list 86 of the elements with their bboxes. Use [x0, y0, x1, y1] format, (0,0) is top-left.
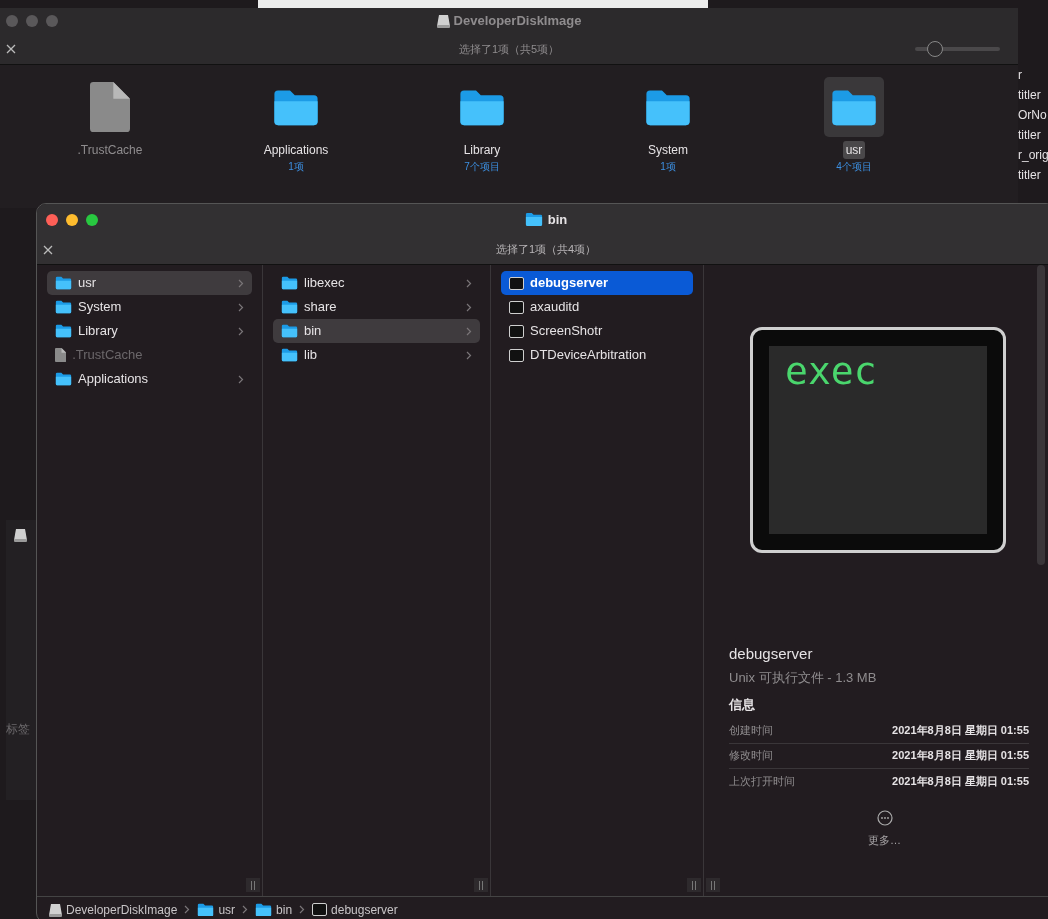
slider-thumb[interactable]: [927, 41, 944, 57]
folder-icon: [197, 902, 215, 917]
folder-icon: [281, 276, 298, 290]
text-fragment: titler: [1018, 168, 1042, 182]
column-item[interactable]: share: [273, 295, 480, 319]
text-fragment: titler: [1018, 128, 1042, 142]
file-name[interactable]: .TrustCache: [74, 141, 146, 159]
chevron-icon: [184, 905, 191, 914]
info-heading: 信息: [729, 696, 756, 714]
info-label: 上次打开时间: [729, 773, 795, 789]
icon-tile[interactable]: [824, 77, 884, 137]
folder-icon: [55, 276, 72, 290]
folder-icon: [55, 300, 72, 314]
status-text: 选择了1项（共5项）: [458, 41, 560, 57]
folder-icon: [281, 348, 298, 362]
more-icon: [876, 809, 893, 826]
close-icon[interactable]: [6, 44, 16, 54]
path-segment[interactable]: DeveloperDiskImage: [49, 900, 178, 919]
status-text: 选择了1项（共4项）: [495, 242, 597, 258]
file-name[interactable]: Applications: [260, 141, 332, 159]
window-title: DeveloperDiskImage: [453, 12, 582, 31]
terminal-icon: [509, 348, 524, 362]
terminal-icon: [312, 903, 328, 916]
path-segment[interactable]: debugserver: [312, 900, 398, 919]
folder-icon: [255, 902, 273, 917]
column-item[interactable]: debugserver: [501, 271, 693, 295]
item-count: 7个项目: [464, 160, 500, 174]
column-item[interactable]: ScreenShotr: [501, 319, 693, 343]
column-resize-handle-icon[interactable]: [691, 880, 697, 890]
icon-size-slider[interactable]: [915, 41, 1000, 57]
column-resize-handle-icon[interactable]: [710, 880, 716, 890]
file-kind: Unix 可执行文件 - 1.3 MB: [729, 668, 878, 687]
text-fragment: OrNo: [1018, 108, 1048, 122]
folder-icon: [55, 372, 72, 386]
item-count: 1项: [288, 160, 304, 174]
column-item[interactable]: DTDeviceArbitration: [501, 343, 693, 367]
file-name[interactable]: Library: [460, 141, 504, 159]
column-item[interactable]: libexec: [273, 271, 480, 295]
column-item[interactable]: Library: [47, 319, 252, 343]
folder-icon: [281, 300, 298, 314]
close-icon[interactable]: [43, 244, 53, 255]
info-value: 2021年8月8日 星期日 01:55: [892, 723, 1029, 739]
tags-label: 标签: [6, 721, 30, 738]
file-name: debugserver: [729, 644, 814, 664]
folder-icon: [644, 87, 692, 127]
folder-icon: [55, 324, 72, 338]
chevron-icon: [242, 905, 249, 914]
chevron-icon: [299, 905, 306, 914]
path-segment[interactable]: usr: [197, 900, 236, 919]
minimize-window-icon[interactable]: [66, 213, 78, 226]
terminal-icon: [509, 276, 524, 290]
column-item[interactable]: usr: [47, 271, 252, 295]
text-fragment: r: [1018, 68, 1023, 82]
info-label: 修改时间: [729, 748, 773, 764]
info-value: 2021年8月8日 星期日 01:55: [892, 748, 1029, 764]
path-segment[interactable]: bin: [255, 900, 293, 919]
file-name[interactable]: usr: [842, 141, 866, 159]
column-item[interactable]: axauditd: [501, 295, 693, 319]
column-resize-handle-icon[interactable]: [478, 880, 484, 890]
folder-icon: [458, 87, 506, 127]
folder-icon: [524, 212, 543, 227]
window-title: bin: [547, 210, 568, 229]
item-count: 1项: [660, 160, 676, 174]
exec-label: exec: [785, 349, 877, 393]
folder-icon: [281, 324, 298, 338]
info-value: 2021年8月8日 星期日 01:55: [892, 773, 1029, 789]
column-item[interactable]: lib: [273, 343, 480, 367]
file-name[interactable]: System: [645, 141, 691, 159]
column-item[interactable]: bin: [273, 319, 480, 343]
terminal-icon: [509, 324, 524, 338]
column-item[interactable]: Applications: [47, 367, 252, 391]
text-fragment: titler: [1018, 88, 1042, 102]
terminal-icon: [509, 300, 524, 314]
column-item[interactable]: System: [47, 295, 252, 319]
folder-icon: [830, 87, 878, 127]
close-window-icon[interactable]: [46, 213, 58, 226]
item-count: 4个项目: [836, 160, 872, 174]
document-icon: [55, 348, 67, 362]
document-icon: [90, 82, 130, 132]
zoom-window-icon[interactable]: [86, 213, 98, 226]
info-label: 创建时间: [729, 723, 773, 739]
scrollbar[interactable]: [1037, 265, 1045, 565]
more-button[interactable]: 更多…: [868, 809, 901, 848]
text-fragment: r_orig: [1018, 148, 1048, 162]
column-resize-handle-icon[interactable]: [250, 880, 256, 890]
folder-icon: [272, 87, 320, 127]
